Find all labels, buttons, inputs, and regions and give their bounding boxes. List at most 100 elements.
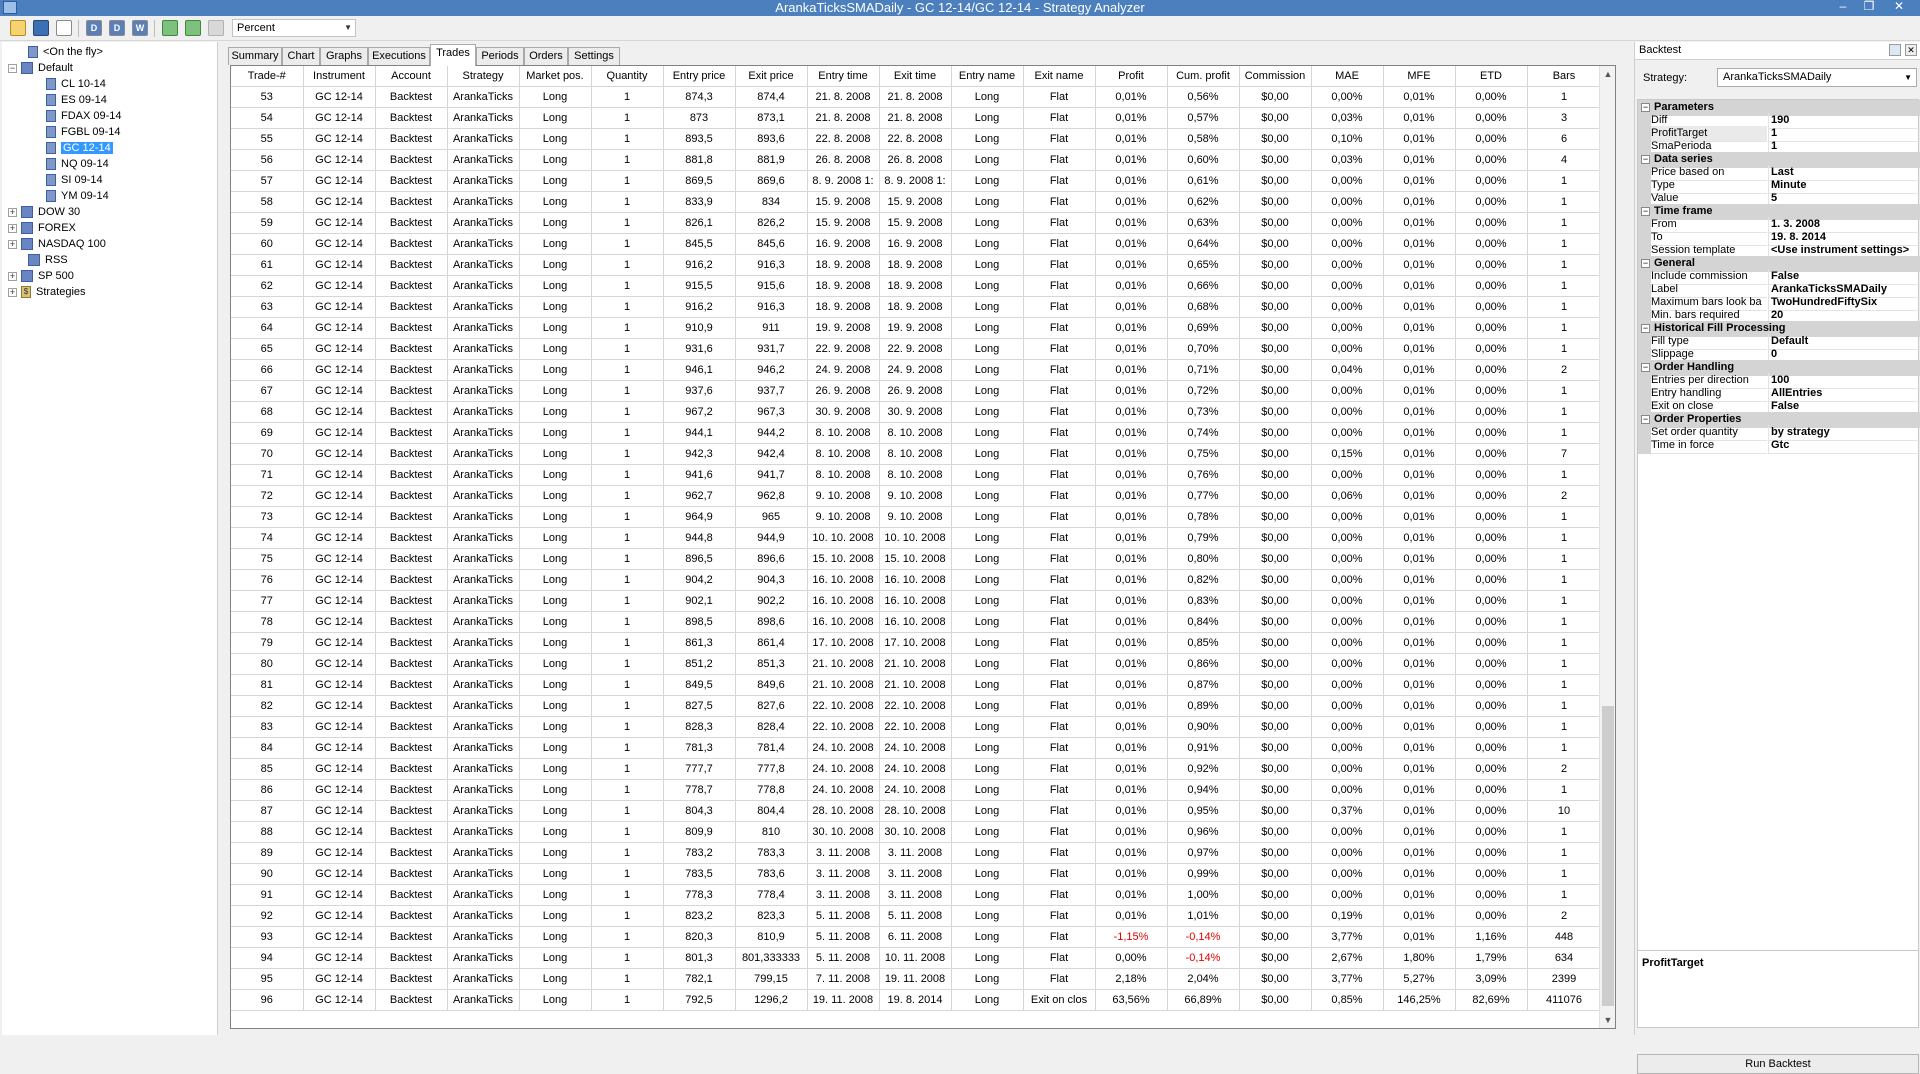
collapse-icon[interactable]: − — [1641, 323, 1650, 333]
collapse-icon[interactable]: − — [1641, 414, 1650, 424]
table-row[interactable]: 82 GC 12-14 Backtest ArankaTicks Long 1 827,5 8… — [231, 695, 1602, 717]
tree-node-gc[interactable]: GC 12-14 — [46, 140, 113, 156]
column-header[interactable]: ETD — [1455, 66, 1528, 87]
tree-node-fdax[interactable]: FDAX 09-14 — [46, 108, 122, 124]
column-header[interactable]: Market pos. — [519, 66, 592, 87]
table-row[interactable]: 57 GC 12-14 Backtest ArankaTicks Long 1 869,5 8… — [231, 170, 1602, 192]
table-row[interactable]: 89 GC 12-14 Backtest ArankaTicks Long 1 783,2 7… — [231, 842, 1602, 864]
scroll-down-icon[interactable]: ▼ — [1600, 1012, 1616, 1028]
maximize-icon[interactable]: ❐ — [1858, 0, 1880, 14]
column-header[interactable]: MFE — [1383, 66, 1456, 87]
table-row[interactable]: 83 GC 12-14 Backtest ArankaTicks Long 1 828,3 8… — [231, 716, 1602, 738]
table-row[interactable]: 93 GC 12-14 Backtest ArankaTicks Long 1 820,3 8… — [231, 926, 1602, 948]
table-row[interactable]: 84 GC 12-14 Backtest ArankaTicks Long 1 781,3 7… — [231, 737, 1602, 759]
table-row[interactable]: 69 GC 12-14 Backtest ArankaTicks Long 1 944,1 9… — [231, 422, 1602, 444]
tab-graphs[interactable]: Graphs — [320, 47, 368, 65]
print-icon[interactable] — [56, 20, 72, 36]
column-header[interactable]: Instrument — [303, 66, 376, 87]
table-row[interactable]: 94 GC 12-14 Backtest ArankaTicks Long 1 801,3 8… — [231, 947, 1602, 969]
tab-periods[interactable]: Periods — [476, 47, 524, 65]
table-row[interactable]: 76 GC 12-14 Backtest ArankaTicks Long 1 904,2 9… — [231, 569, 1602, 591]
table-row[interactable]: 74 GC 12-14 Backtest ArankaTicks Long 1 944,8 9… — [231, 527, 1602, 549]
edit-icon[interactable] — [185, 20, 201, 36]
tree-node-fgbl[interactable]: FGBL 09-14 — [46, 124, 121, 140]
table-row[interactable]: 59 GC 12-14 Backtest ArankaTicks Long 1 826,1 8… — [231, 212, 1602, 234]
vertical-scrollbar[interactable]: ▲ ▼ — [1599, 66, 1615, 1028]
column-header[interactable]: Account — [375, 66, 448, 87]
table-row[interactable]: 92 GC 12-14 Backtest ArankaTicks Long 1 823,2 8… — [231, 905, 1602, 927]
column-header[interactable]: Exit price — [735, 66, 808, 87]
close-icon[interactable]: ✕ — [1888, 0, 1910, 14]
monthly-view-icon[interactable]: W — [132, 20, 148, 36]
panel-close-icon[interactable]: ✕ — [1905, 44, 1917, 56]
table-row[interactable]: 85 GC 12-14 Backtest ArankaTicks Long 1 777,7 7… — [231, 758, 1602, 780]
display-unit-select[interactable]: Percent ▼ — [232, 19, 356, 37]
table-row[interactable]: 64 GC 12-14 Backtest ArankaTicks Long 1 910,9 9… — [231, 317, 1602, 339]
table-row[interactable]: 86 GC 12-14 Backtest ArankaTicks Long 1 778,7 7… — [231, 779, 1602, 801]
table-row[interactable]: 54 GC 12-14 Backtest ArankaTicks Long 1 873 873… — [231, 107, 1602, 129]
table-row[interactable]: 73 GC 12-14 Backtest ArankaTicks Long 1 964,9 9… — [231, 506, 1602, 528]
column-header[interactable]: Exit time — [879, 66, 952, 87]
table-row[interactable]: 55 GC 12-14 Backtest ArankaTicks Long 1 893,5 8… — [231, 128, 1602, 150]
expand-icon[interactable]: + — [8, 271, 17, 281]
table-row[interactable]: 91 GC 12-14 Backtest ArankaTicks Long 1 778,3 7… — [231, 884, 1602, 906]
table-row[interactable]: 56 GC 12-14 Backtest ArankaTicks Long 1 881,8 8… — [231, 149, 1602, 171]
tree-node-nq[interactable]: NQ 09-14 — [46, 156, 109, 172]
table-row[interactable]: 78 GC 12-14 Backtest ArankaTicks Long 1 898,5 8… — [231, 611, 1602, 633]
table-row[interactable]: 63 GC 12-14 Backtest ArankaTicks Long 1 916,2 9… — [231, 296, 1602, 318]
table-row[interactable]: 53 GC 12-14 Backtest ArankaTicks Long 1 874,3 8… — [231, 86, 1602, 108]
tree-node-dow[interactable]: + DOW 30 — [8, 204, 80, 220]
column-header[interactable]: Entry price — [663, 66, 736, 87]
column-header[interactable]: Bars — [1527, 66, 1602, 87]
table-row[interactable]: 79 GC 12-14 Backtest ArankaTicks Long 1 861,3 8… — [231, 632, 1602, 654]
tree-node-on-the-fly[interactable]: <On the fly> — [28, 44, 103, 60]
collapse-icon[interactable]: − — [1641, 258, 1650, 268]
table-row[interactable]: 68 GC 12-14 Backtest ArankaTicks Long 1 967,2 9… — [231, 401, 1602, 423]
table-row[interactable]: 71 GC 12-14 Backtest ArankaTicks Long 1 941,6 9… — [231, 464, 1602, 486]
column-header[interactable]: Entry time — [807, 66, 880, 87]
run-backtest-button[interactable]: Run Backtest — [1637, 1054, 1919, 1074]
table-row[interactable]: 65 GC 12-14 Backtest ArankaTicks Long 1 931,6 9… — [231, 338, 1602, 360]
collapse-icon[interactable]: − — [1641, 362, 1650, 372]
tree-node-nasdaq[interactable]: + NASDAQ 100 — [8, 236, 106, 252]
table-row[interactable]: 80 GC 12-14 Backtest ArankaTicks Long 1 851,2 8… — [231, 653, 1602, 675]
table-row[interactable]: 90 GC 12-14 Backtest ArankaTicks Long 1 783,5 7… — [231, 863, 1602, 885]
column-header[interactable]: Profit — [1095, 66, 1168, 87]
table-row[interactable]: 72 GC 12-14 Backtest ArankaTicks Long 1 962,7 9… — [231, 485, 1602, 507]
tree-node-si[interactable]: SI 09-14 — [46, 172, 103, 188]
tab-executions[interactable]: Executions — [368, 47, 430, 65]
collapse-icon[interactable]: − — [1641, 154, 1650, 164]
tab-settings[interactable]: Settings — [568, 47, 620, 65]
table-row[interactable]: 67 GC 12-14 Backtest ArankaTicks Long 1 937,6 9… — [231, 380, 1602, 402]
tree-node-strategies[interactable]: + $ Strategies — [8, 284, 86, 300]
daily-view-icon[interactable]: D — [86, 20, 102, 36]
tree-node-ym[interactable]: YM 09-14 — [46, 188, 109, 204]
table-row[interactable]: 61 GC 12-14 Backtest ArankaTicks Long 1 916,2 9… — [231, 254, 1602, 276]
pin-icon[interactable] — [1889, 44, 1901, 56]
column-header[interactable]: Quantity — [591, 66, 664, 87]
tree-node-rss[interactable]: RSS — [28, 252, 68, 268]
table-row[interactable]: 87 GC 12-14 Backtest ArankaTicks Long 1 804,3 8… — [231, 800, 1602, 822]
column-header[interactable]: Commission — [1239, 66, 1312, 87]
tab-summary[interactable]: Summary — [228, 47, 282, 65]
table-row[interactable]: 81 GC 12-14 Backtest ArankaTicks Long 1 849,5 8… — [231, 674, 1602, 696]
collapse-icon[interactable]: − — [1641, 206, 1650, 216]
remove-icon[interactable] — [208, 20, 224, 36]
weekly-view-icon[interactable]: D — [109, 20, 125, 36]
strategy-select[interactable]: ArankaTicksSMADaily ▼ — [1717, 68, 1917, 87]
table-row[interactable]: 88 GC 12-14 Backtest ArankaTicks Long 1 809,9 8… — [231, 821, 1602, 843]
column-header[interactable]: Exit name — [1023, 66, 1096, 87]
scroll-up-icon[interactable]: ▲ — [1600, 66, 1616, 82]
property-value[interactable]: Gtc — [1768, 438, 1920, 454]
expand-icon[interactable]: + — [8, 223, 17, 233]
column-header[interactable]: Strategy — [447, 66, 520, 87]
save-icon[interactable] — [33, 20, 49, 36]
table-row[interactable]: 75 GC 12-14 Backtest ArankaTicks Long 1 896,5 8… — [231, 548, 1602, 570]
minimize-icon[interactable]: – — [1832, 0, 1854, 14]
tab-trades[interactable]: Trades — [430, 44, 476, 66]
expand-icon[interactable]: + — [8, 207, 17, 217]
tree-node-forex[interactable]: + FOREX — [8, 220, 76, 236]
open-icon[interactable] — [10, 20, 26, 36]
expand-icon[interactable]: + — [8, 239, 17, 249]
table-row[interactable]: 62 GC 12-14 Backtest ArankaTicks Long 1 915,5 9… — [231, 275, 1602, 297]
